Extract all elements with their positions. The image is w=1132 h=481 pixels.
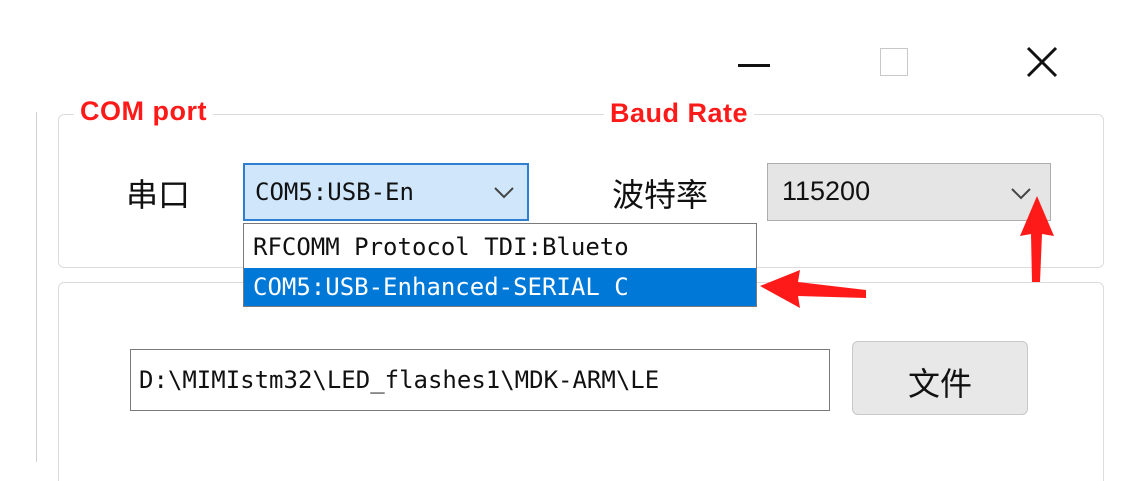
arrow-to-baud-chevron-icon	[1020, 196, 1054, 282]
arrow-to-port-option-icon	[760, 270, 866, 308]
annotation-arrows	[760, 196, 1054, 308]
